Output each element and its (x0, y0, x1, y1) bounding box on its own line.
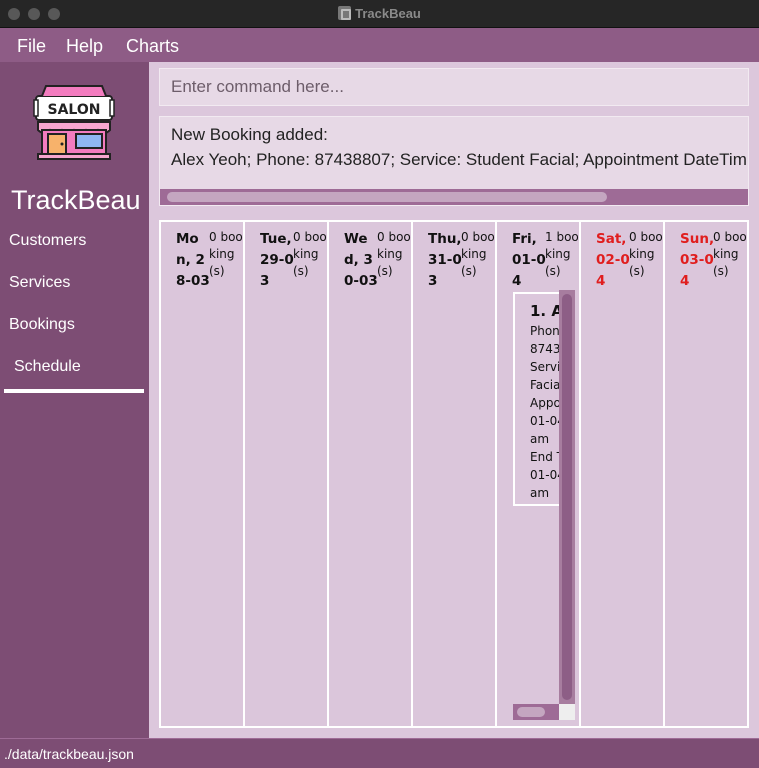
window-titlebar: TrackBeau (0, 0, 759, 28)
day-column-sun: Sun, 03-04 0 booking(s) (665, 222, 747, 726)
booking-line: Facia (530, 378, 559, 392)
day-label: Thu, 31-03 (428, 231, 462, 289)
selected-tab-indicator (4, 389, 144, 393)
menu-file[interactable]: File (17, 36, 46, 57)
day-column-fri: Fri, 01-04 1 booking(s) 1. A Phon 8743 S… (497, 222, 579, 726)
app-icon (338, 6, 352, 20)
sidebar: SALON TrackBeau Customers Services Booki… (0, 62, 149, 738)
day-booking-count: 0 booking(s) (461, 230, 495, 278)
sidebar-item-schedule[interactable]: Schedule (14, 358, 81, 376)
booking-vscroll-thumb[interactable] (562, 294, 572, 700)
main-panel: New Booking added: Alex Yeoh; Phone: 874… (149, 62, 759, 738)
booking-vertical-scrollbar[interactable] (559, 290, 575, 704)
menu-bar: File Help Charts (0, 28, 759, 62)
booking-title: 1. A (530, 302, 559, 320)
booking-hscroll-thumb[interactable] (517, 707, 545, 717)
booking-line: 8743 (530, 342, 559, 356)
status-bar: ./data/trackbeau.json (0, 738, 759, 768)
booking-line: End T (530, 450, 559, 464)
day-label: Sat, 02-04 (596, 231, 630, 289)
sidebar-item-services[interactable]: Services (9, 274, 70, 292)
result-horizontal-scrollbar[interactable] (160, 189, 748, 205)
booking-line: Appo (530, 396, 559, 410)
sidebar-item-customers[interactable]: Customers (9, 232, 86, 250)
booking-line: am (530, 432, 550, 446)
day-booking-count: 1 booking(s) (545, 230, 579, 278)
salon-logo-icon: SALON (32, 80, 116, 164)
booking-list: 1. A Phon 8743 Servi Facia Appo 01-04 am… (513, 290, 575, 720)
day-column-mon: Mon, 28-03 0 booking(s) (161, 222, 243, 726)
app-name: TrackBeau (11, 185, 141, 215)
day-column-thu: Thu, 31-03 0 booking(s) (413, 222, 495, 726)
booking-line: am (530, 486, 550, 500)
day-label: Tue, 29-03 (260, 231, 294, 289)
day-column-wed: Wed, 30-03 0 booking(s) (329, 222, 411, 726)
day-label: Sun, 03-04 (680, 231, 715, 289)
result-scroll-thumb[interactable] (167, 192, 607, 202)
day-booking-count: 0 booking(s) (377, 230, 411, 278)
window-title: TrackBeau (0, 6, 759, 21)
booking-line: 01-04 (530, 414, 559, 428)
result-heading: New Booking added: (171, 125, 328, 144)
booking-horizontal-scrollbar[interactable] (513, 704, 559, 720)
day-column-tue: Tue, 29-03 0 booking(s) (245, 222, 327, 726)
booking-line: Servi (530, 360, 559, 374)
menu-charts[interactable]: Charts (126, 36, 179, 57)
booking-line: Phon (530, 324, 559, 338)
sidebar-item-bookings[interactable]: Bookings (9, 316, 75, 334)
day-label: Mon, 28-03 (176, 231, 210, 289)
day-booking-count: 0 booking(s) (293, 230, 327, 278)
result-detail: Alex Yeoh; Phone: 87438807; Service: Stu… (171, 150, 747, 169)
day-booking-count: 0 booking(s) (209, 230, 243, 278)
command-box (159, 68, 749, 106)
booking-line: 01-04 (530, 468, 559, 482)
menu-help[interactable]: Help (66, 36, 103, 57)
data-file-path: ./data/trackbeau.json (4, 746, 134, 762)
booking-card[interactable]: 1. A Phon 8743 Servi Facia Appo 01-04 am… (513, 292, 561, 506)
day-booking-count: 0 booking(s) (713, 230, 747, 278)
day-label: Wed, 30-03 (344, 231, 378, 289)
day-column-sat: Sat, 02-04 0 booking(s) (581, 222, 663, 726)
result-display: New Booking added: Alex Yeoh; Phone: 874… (159, 116, 749, 206)
day-label: Fri, 01-04 (512, 231, 546, 289)
day-booking-count: 0 booking(s) (629, 230, 663, 278)
weekly-schedule: Mon, 28-03 0 booking(s) Tue, 29-03 0 boo… (159, 220, 749, 728)
logo-sign-text: SALON (48, 102, 101, 118)
command-input[interactable] (160, 69, 748, 105)
scrollbar-corner (559, 704, 575, 720)
